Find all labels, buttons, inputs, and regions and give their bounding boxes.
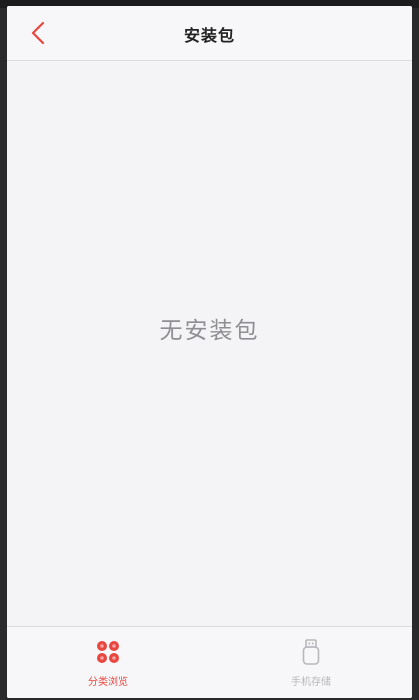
device-frame: 安装包 无安装包 分类浏览 手机存储	[0, 0, 419, 700]
tab-label: 手机存储	[291, 677, 331, 688]
tab-category-browse[interactable]: 分类浏览	[7, 627, 209, 698]
app-screen: 安装包 无安装包 分类浏览 手机存储	[7, 6, 412, 698]
tab-label: 分类浏览	[88, 677, 128, 688]
page-title: 安装包	[183, 26, 235, 45]
navigation-bar: 安装包	[7, 6, 412, 61]
usb-drive-icon	[302, 639, 320, 665]
content-area: 无安装包	[7, 61, 412, 626]
empty-state-message: 无安装包	[159, 318, 260, 344]
grid-dots-icon	[97, 641, 119, 663]
tab-bar: 分类浏览 手机存储	[7, 626, 412, 698]
tab-phone-storage[interactable]: 手机存储	[210, 627, 412, 698]
